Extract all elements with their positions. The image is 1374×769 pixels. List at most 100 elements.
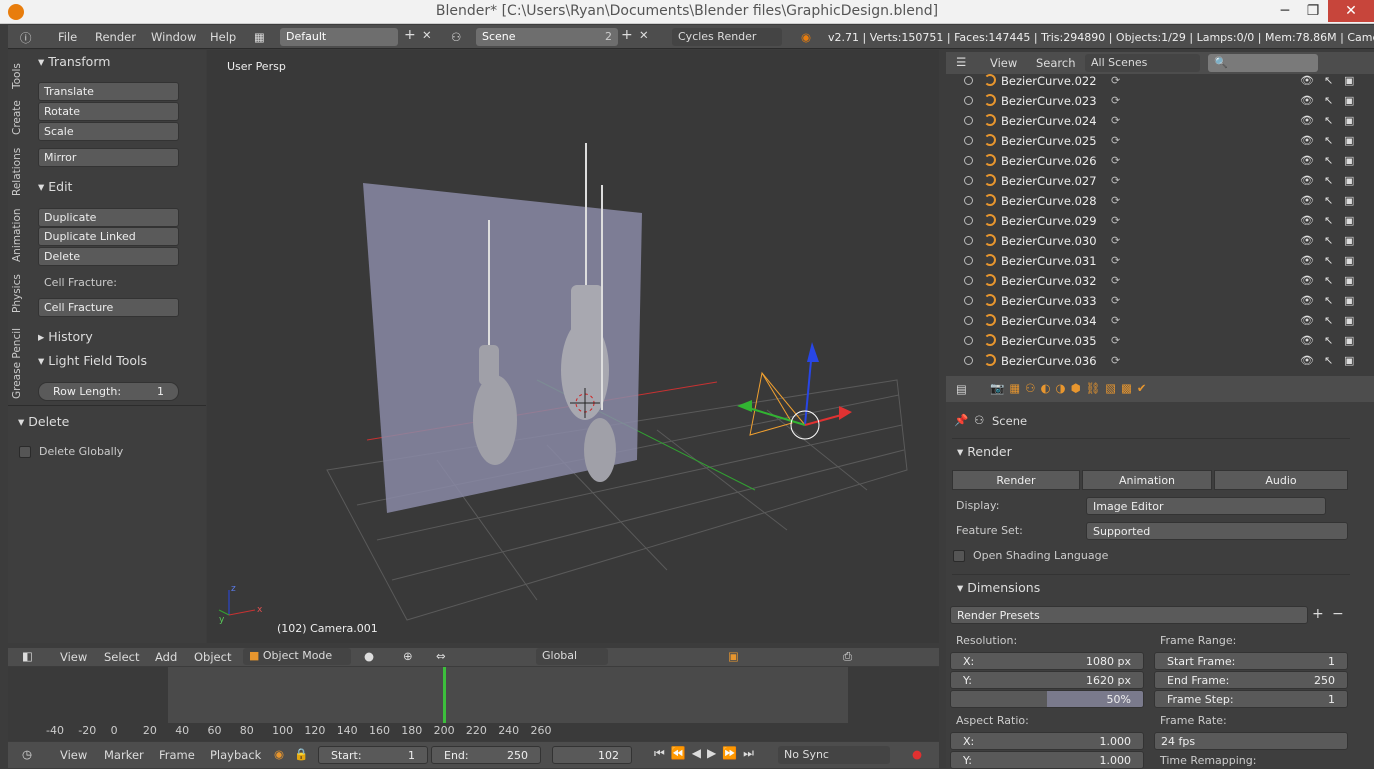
selectable-icon[interactable]: ↖: [1324, 134, 1333, 147]
selectable-icon[interactable]: ↖: [1324, 114, 1333, 127]
render-button[interactable]: Render: [952, 470, 1080, 490]
visibility-icon[interactable]: 👁: [1300, 354, 1314, 367]
selectable-icon[interactable]: ↖: [1324, 294, 1333, 307]
screen-layout-field[interactable]: Default: [280, 28, 398, 46]
audio-button[interactable]: Audio: [1214, 470, 1348, 490]
outliner-editor-icon[interactable]: ☰: [956, 55, 966, 69]
playback-controls[interactable]: ⏮⏪◀▶⏩⏭: [654, 746, 760, 761]
rotate-button[interactable]: Rotate: [38, 102, 179, 121]
tab-grease-pencil[interactable]: Grease Pencil: [11, 326, 27, 400]
expand-icon[interactable]: [964, 196, 973, 205]
delete-button[interactable]: Delete: [38, 247, 179, 266]
animation-button[interactable]: Animation: [1082, 470, 1212, 490]
vp-menu-add[interactable]: Add: [155, 650, 177, 664]
expand-icon[interactable]: [964, 336, 973, 345]
expand-icon[interactable]: [964, 156, 973, 165]
outliner-item-name[interactable]: BezierCurve.034: [1001, 314, 1097, 328]
end-frame-prop[interactable]: End Frame: 250: [1154, 671, 1348, 689]
renderable-icon[interactable]: ▣: [1344, 114, 1354, 127]
record-icon[interactable]: ●: [912, 747, 922, 761]
tab-tools[interactable]: Tools: [11, 58, 27, 94]
outliner-item-name[interactable]: BezierCurve.027: [1001, 174, 1097, 188]
expand-icon[interactable]: [964, 96, 973, 105]
orientation-select[interactable]: Global: [536, 648, 608, 665]
renderable-icon[interactable]: ▣: [1344, 134, 1354, 147]
expand-icon[interactable]: [964, 276, 973, 285]
current-frame-field[interactable]: 102: [552, 746, 632, 764]
start-frame-field[interactable]: Start: 1: [318, 746, 428, 764]
outliner-item-name[interactable]: BezierCurve.031: [1001, 254, 1097, 268]
vp-menu-select[interactable]: Select: [104, 650, 139, 664]
curve-data-icon[interactable]: ⟳: [1111, 114, 1120, 127]
outliner-row[interactable]: BezierCurve.031 ⟳ 👁 ↖ ▣: [946, 251, 1362, 271]
aspect-y-field[interactable]: Y: 1.000: [950, 751, 1144, 769]
resolution-x-field[interactable]: X: 1080 px: [950, 652, 1144, 670]
expand-icon[interactable]: [964, 176, 973, 185]
visibility-icon[interactable]: 👁: [1300, 134, 1314, 147]
scene-icon[interactable]: ⚇: [451, 30, 461, 44]
visibility-icon[interactable]: 👁: [1300, 234, 1314, 247]
edit-panel-header[interactable]: ▾ Edit: [38, 179, 72, 194]
visibility-icon[interactable]: 👁: [1300, 314, 1314, 327]
light-field-panel-header[interactable]: ▾ Light Field Tools: [38, 353, 147, 368]
selectable-icon[interactable]: ↖: [1324, 334, 1333, 347]
visibility-icon[interactable]: 👁: [1300, 94, 1314, 107]
outliner-item-name[interactable]: BezierCurve.036: [1001, 354, 1097, 368]
expand-icon[interactable]: [964, 236, 973, 245]
playhead[interactable]: [443, 667, 446, 723]
curve-data-icon[interactable]: ⟳: [1111, 254, 1120, 267]
add-preset-icon[interactable]: +: [1312, 606, 1324, 622]
outliner-item-name[interactable]: BezierCurve.032: [1001, 274, 1097, 288]
pivot-icon[interactable]: ⊕: [403, 649, 413, 663]
lock-icon[interactable]: 🔒: [294, 747, 308, 761]
remove-layout-icon[interactable]: ✕: [422, 28, 432, 42]
selectable-icon[interactable]: ↖: [1324, 254, 1333, 267]
menu-render[interactable]: Render: [95, 30, 136, 44]
render-engine-select[interactable]: Cycles Render: [672, 28, 782, 46]
outliner-row[interactable]: BezierCurve.028 ⟳ 👁 ↖ ▣: [946, 191, 1362, 211]
visibility-icon[interactable]: 👁: [1300, 74, 1314, 87]
expand-icon[interactable]: [964, 136, 973, 145]
renderable-icon[interactable]: ▣: [1344, 274, 1354, 287]
curve-data-icon[interactable]: ⟳: [1111, 334, 1120, 347]
resolution-y-field[interactable]: Y: 1620 px: [950, 671, 1144, 689]
screen-layout-icon[interactable]: ▦: [254, 30, 265, 44]
expand-icon[interactable]: [964, 116, 973, 125]
3d-viewport[interactable]: User Persp z x y (102) Camera.001: [207, 50, 939, 643]
menu-help[interactable]: Help: [210, 30, 236, 44]
visibility-icon[interactable]: 👁: [1300, 194, 1314, 207]
end-frame-field[interactable]: End: 250: [431, 746, 541, 764]
tab-create[interactable]: Create: [11, 98, 27, 138]
tab-animation[interactable]: Animation: [11, 206, 27, 264]
curve-data-icon[interactable]: ⟳: [1111, 354, 1120, 367]
outliner-row[interactable]: BezierCurve.030 ⟳ 👁 ↖ ▣: [946, 231, 1362, 251]
timeline-editor-icon[interactable]: ◷: [22, 747, 32, 761]
scale-button[interactable]: Scale: [38, 122, 179, 141]
tl-menu-view[interactable]: View: [60, 748, 87, 762]
renderable-icon[interactable]: ▣: [1344, 214, 1354, 227]
visibility-icon[interactable]: 👁: [1300, 274, 1314, 287]
expand-icon[interactable]: [964, 256, 973, 265]
outliner-menu-search[interactable]: Search: [1036, 56, 1076, 70]
selectable-icon[interactable]: ↖: [1324, 214, 1333, 227]
tab-physics[interactable]: Physics: [11, 272, 27, 316]
info-editor-icon[interactable]: ⓘ: [20, 30, 32, 46]
outliner-item-name[interactable]: BezierCurve.033: [1001, 294, 1097, 308]
row-length-field[interactable]: Row Length: 1: [38, 382, 179, 401]
renderable-icon[interactable]: ▣: [1344, 94, 1354, 107]
delete-globally-checkbox[interactable]: [19, 446, 31, 458]
duplicate-button[interactable]: Duplicate: [38, 208, 179, 227]
transform-panel-header[interactable]: ▾ Transform: [38, 54, 110, 69]
mirror-button[interactable]: Mirror: [38, 148, 179, 167]
render-section-header[interactable]: ▾ Render: [952, 438, 1350, 464]
visibility-icon[interactable]: 👁: [1300, 154, 1314, 167]
renderable-icon[interactable]: ▣: [1344, 74, 1354, 87]
duplicate-linked-button[interactable]: Duplicate Linked: [38, 227, 179, 246]
selectable-icon[interactable]: ↖: [1324, 194, 1333, 207]
shading-icon[interactable]: ●: [364, 649, 374, 663]
start-frame-prop[interactable]: Start Frame: 1: [1154, 652, 1348, 670]
selectable-icon[interactable]: ↖: [1324, 274, 1333, 287]
outliner-row[interactable]: BezierCurve.027 ⟳ 👁 ↖ ▣: [946, 171, 1362, 191]
curve-data-icon[interactable]: ⟳: [1111, 154, 1120, 167]
outliner-row[interactable]: BezierCurve.029 ⟳ 👁 ↖ ▣: [946, 211, 1362, 231]
